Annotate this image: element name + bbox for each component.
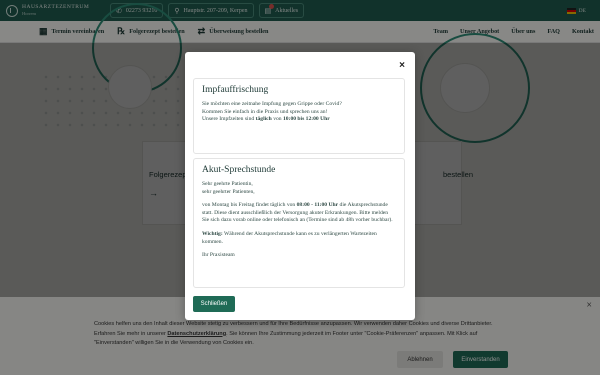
vaccination-line: Sie möchten eine zeitnahe Impfung gegen … bbox=[202, 101, 342, 107]
times-range: 10:00 bis 12:00 Uhr bbox=[282, 116, 330, 123]
acute-body-pre: von Montag bis Freitag findet täglich vo… bbox=[202, 202, 296, 209]
acute-signature: Ihr Praxisteam bbox=[202, 252, 235, 259]
acute-section: Akut-Sprechstunde Sehr geehrte Patientin… bbox=[193, 158, 405, 288]
vaccination-title: Impfauffrischung bbox=[202, 85, 269, 95]
times-daily: täglich bbox=[255, 116, 272, 123]
acute-greeting: sehr geehrter Patienten, bbox=[202, 188, 255, 195]
times-prefix: Unsere Impfzeiten sind bbox=[202, 116, 255, 123]
acute-body: von Montag bis Freitag findet täglich vo… bbox=[202, 202, 396, 225]
vaccination-section: Impfauffrischung Sie möchten eine zeitna… bbox=[193, 78, 405, 154]
acute-greeting: Sehr geehrte Patientin, bbox=[202, 181, 253, 187]
acute-body-time: 08:00 - 11:00 Uhr bbox=[296, 202, 339, 209]
close-modal-button[interactable]: Schließen bbox=[193, 296, 235, 312]
acute-title: Akut-Sprechstunde bbox=[202, 165, 276, 175]
vaccination-times: Unsere Impfzeiten sind täglich von 10:00… bbox=[202, 116, 396, 124]
info-modal: × Impfauffrischung Sie möchten eine zeit… bbox=[185, 52, 415, 320]
acute-note-text: Während der Akutsprechstunde kann es zu … bbox=[202, 230, 377, 245]
acute-note-label: Wichtig: bbox=[202, 230, 223, 237]
modal-close-icon[interactable]: × bbox=[399, 60, 405, 71]
acute-note: Wichtig: Während der Akutsprechstunde ka… bbox=[202, 231, 396, 246]
times-von: von bbox=[273, 116, 282, 123]
